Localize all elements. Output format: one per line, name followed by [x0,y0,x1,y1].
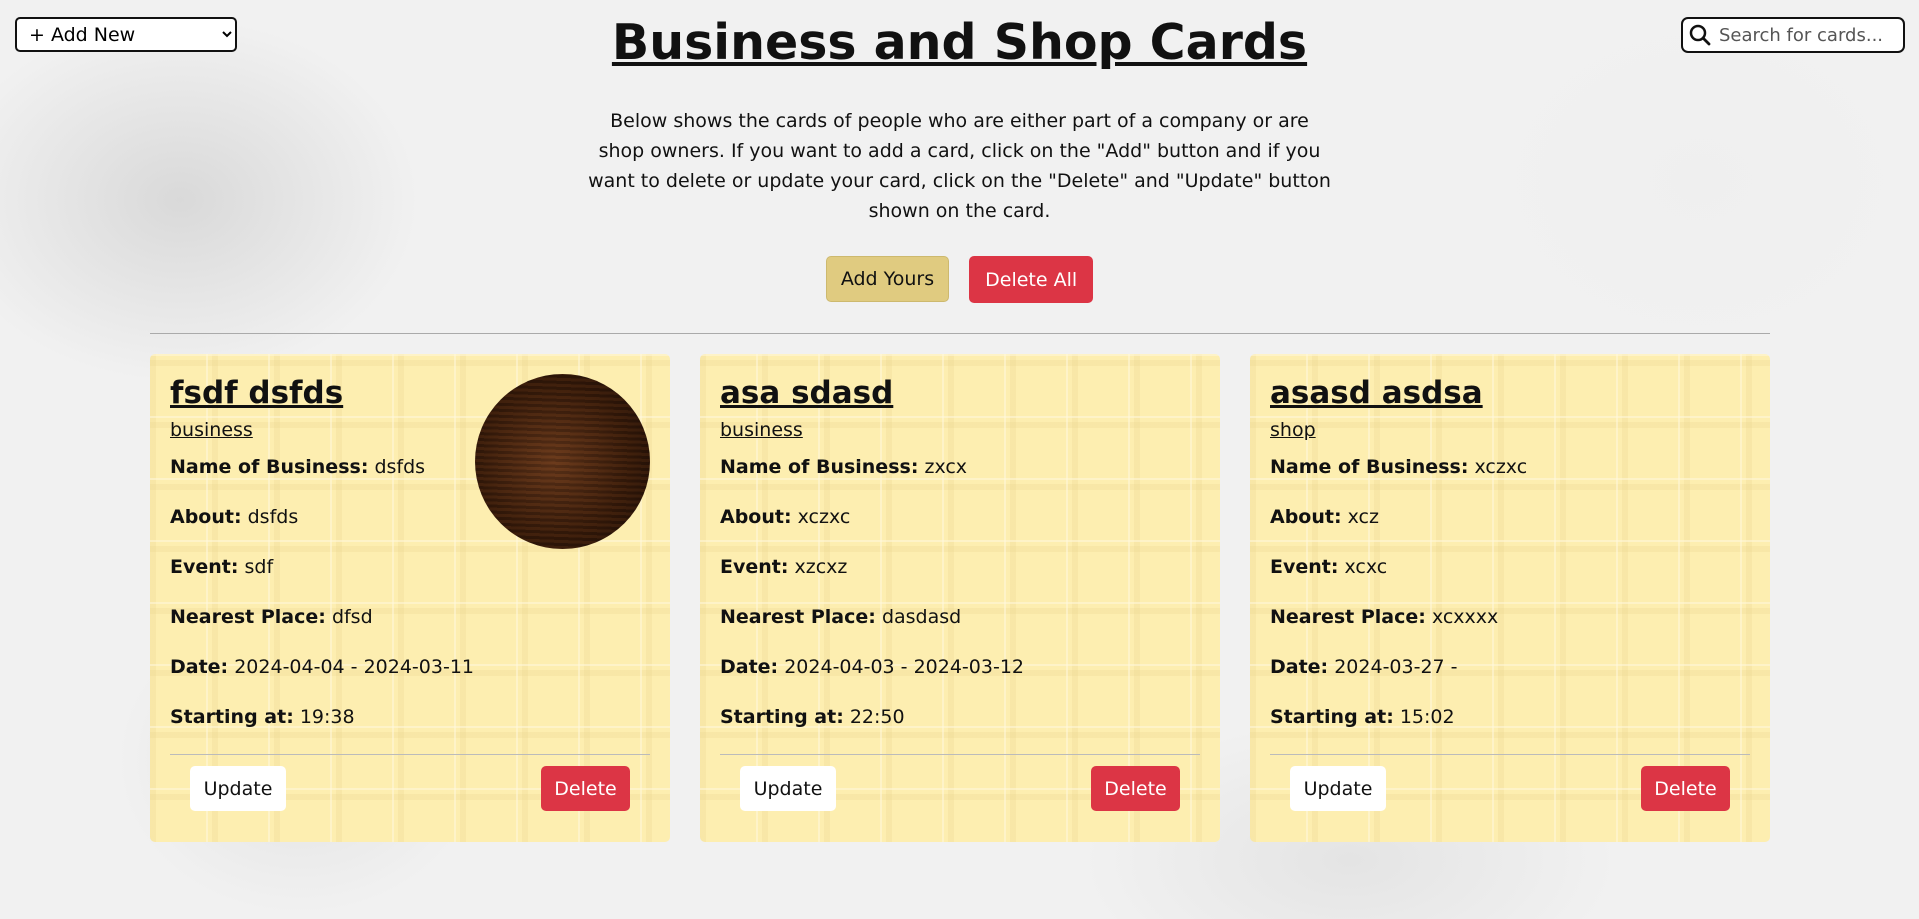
card-date: Date: 2024-03-27 - [1270,655,1750,679]
label-date: Date: [1270,656,1329,678]
update-button[interactable]: Update [190,766,286,811]
value-business-name: zxcx [924,456,968,478]
value-starting-at: 22:50 [849,706,905,728]
label-event: Event: [720,556,789,578]
value-date: 2024-04-03 - 2024-03-12 [784,656,1024,678]
card-event: Event: xcxc [1270,555,1750,579]
label-event: Event: [170,556,239,578]
action-bar: Add Yours Delete All [0,256,1919,303]
card-event: Event: xzcxz [720,555,1200,579]
card-business-name: Name of Business: xczxc [1270,455,1750,479]
card-type: business [720,419,803,441]
value-about: xcz [1347,506,1379,528]
card-date: Date: 2024-04-03 - 2024-03-12 [720,655,1200,679]
value-event: xzcxz [794,556,848,578]
label-date: Date: [170,656,229,678]
value-nearest-place: xcxxxx [1431,606,1499,628]
update-button[interactable]: Update [1290,766,1386,811]
label-about: About: [1270,506,1342,528]
delete-all-button[interactable]: Delete All [969,256,1094,303]
card-name: asasd asdsa [1270,375,1483,411]
card-starting-at: Starting at: 22:50 [720,705,1200,729]
card-divider [1270,754,1750,755]
card-starting-at: Starting at: 19:38 [170,705,650,729]
card-divider [170,754,650,755]
card-date: Date: 2024-04-04 - 2024-03-11 [170,655,650,679]
card-nearest-place: Nearest Place: dfsd [170,605,650,629]
value-date: 2024-04-04 - 2024-03-11 [234,656,474,678]
label-starting-at: Starting at: [170,706,294,728]
card-name: asa sdasd [720,375,894,411]
value-business-name: dsfds [374,456,426,478]
card: fsdf dsfds business Name of Business: ds… [150,354,670,842]
label-starting-at: Starting at: [1270,706,1394,728]
card-type: shop [1270,419,1316,441]
add-yours-button[interactable]: Add Yours [825,256,950,302]
value-about: xczxc [797,506,851,528]
delete-button[interactable]: Delete [1091,766,1180,811]
page-title: Business and Shop Cards [611,14,1308,71]
value-starting-at: 15:02 [1399,706,1455,728]
label-business-name: Name of Business: [720,456,919,478]
value-event: xcxc [1344,556,1388,578]
label-about: About: [170,506,242,528]
intro-text: Below shows the cards of people who are … [588,110,1331,222]
card-about: About: xczxc [720,505,1200,529]
card-list: fsdf dsfds business Name of Business: ds… [150,354,1770,842]
card: asa sdasd business Name of Business: zxc… [700,354,1220,842]
value-date: 2024-03-27 - [1334,656,1458,678]
search-box[interactable] [1681,17,1905,53]
search-icon [1683,24,1717,46]
card-divider [720,754,1200,755]
label-about: About: [720,506,792,528]
card-event: Event: sdf [170,555,650,579]
update-button[interactable]: Update [740,766,836,811]
label-nearest-place: Nearest Place: [720,606,876,628]
card-about: About: xcz [1270,505,1750,529]
label-business-name: Name of Business: [170,456,369,478]
label-nearest-place: Nearest Place: [170,606,326,628]
delete-button[interactable]: Delete [1641,766,1730,811]
card-nearest-place: Nearest Place: dasdasd [720,605,1200,629]
value-starting-at: 19:38 [299,706,355,728]
value-nearest-place: dasdasd [881,606,962,628]
card-avatar [475,374,650,549]
card-nearest-place: Nearest Place: xcxxxx [1270,605,1750,629]
card: asasd asdsa shop Name of Business: xczxc… [1250,354,1770,842]
search-input[interactable] [1717,23,1897,47]
label-event: Event: [1270,556,1339,578]
label-starting-at: Starting at: [720,706,844,728]
value-event: sdf [244,556,274,578]
label-date: Date: [720,656,779,678]
label-nearest-place: Nearest Place: [1270,606,1426,628]
card-business-name: Name of Business: zxcx [720,455,1200,479]
value-nearest-place: dfsd [331,606,373,628]
divider [150,333,1770,334]
delete-button[interactable]: Delete [541,766,630,811]
value-about: dsfds [247,506,299,528]
value-business-name: xczxc [1474,456,1528,478]
card-starting-at: Starting at: 15:02 [1270,705,1750,729]
label-business-name: Name of Business: [1270,456,1469,478]
